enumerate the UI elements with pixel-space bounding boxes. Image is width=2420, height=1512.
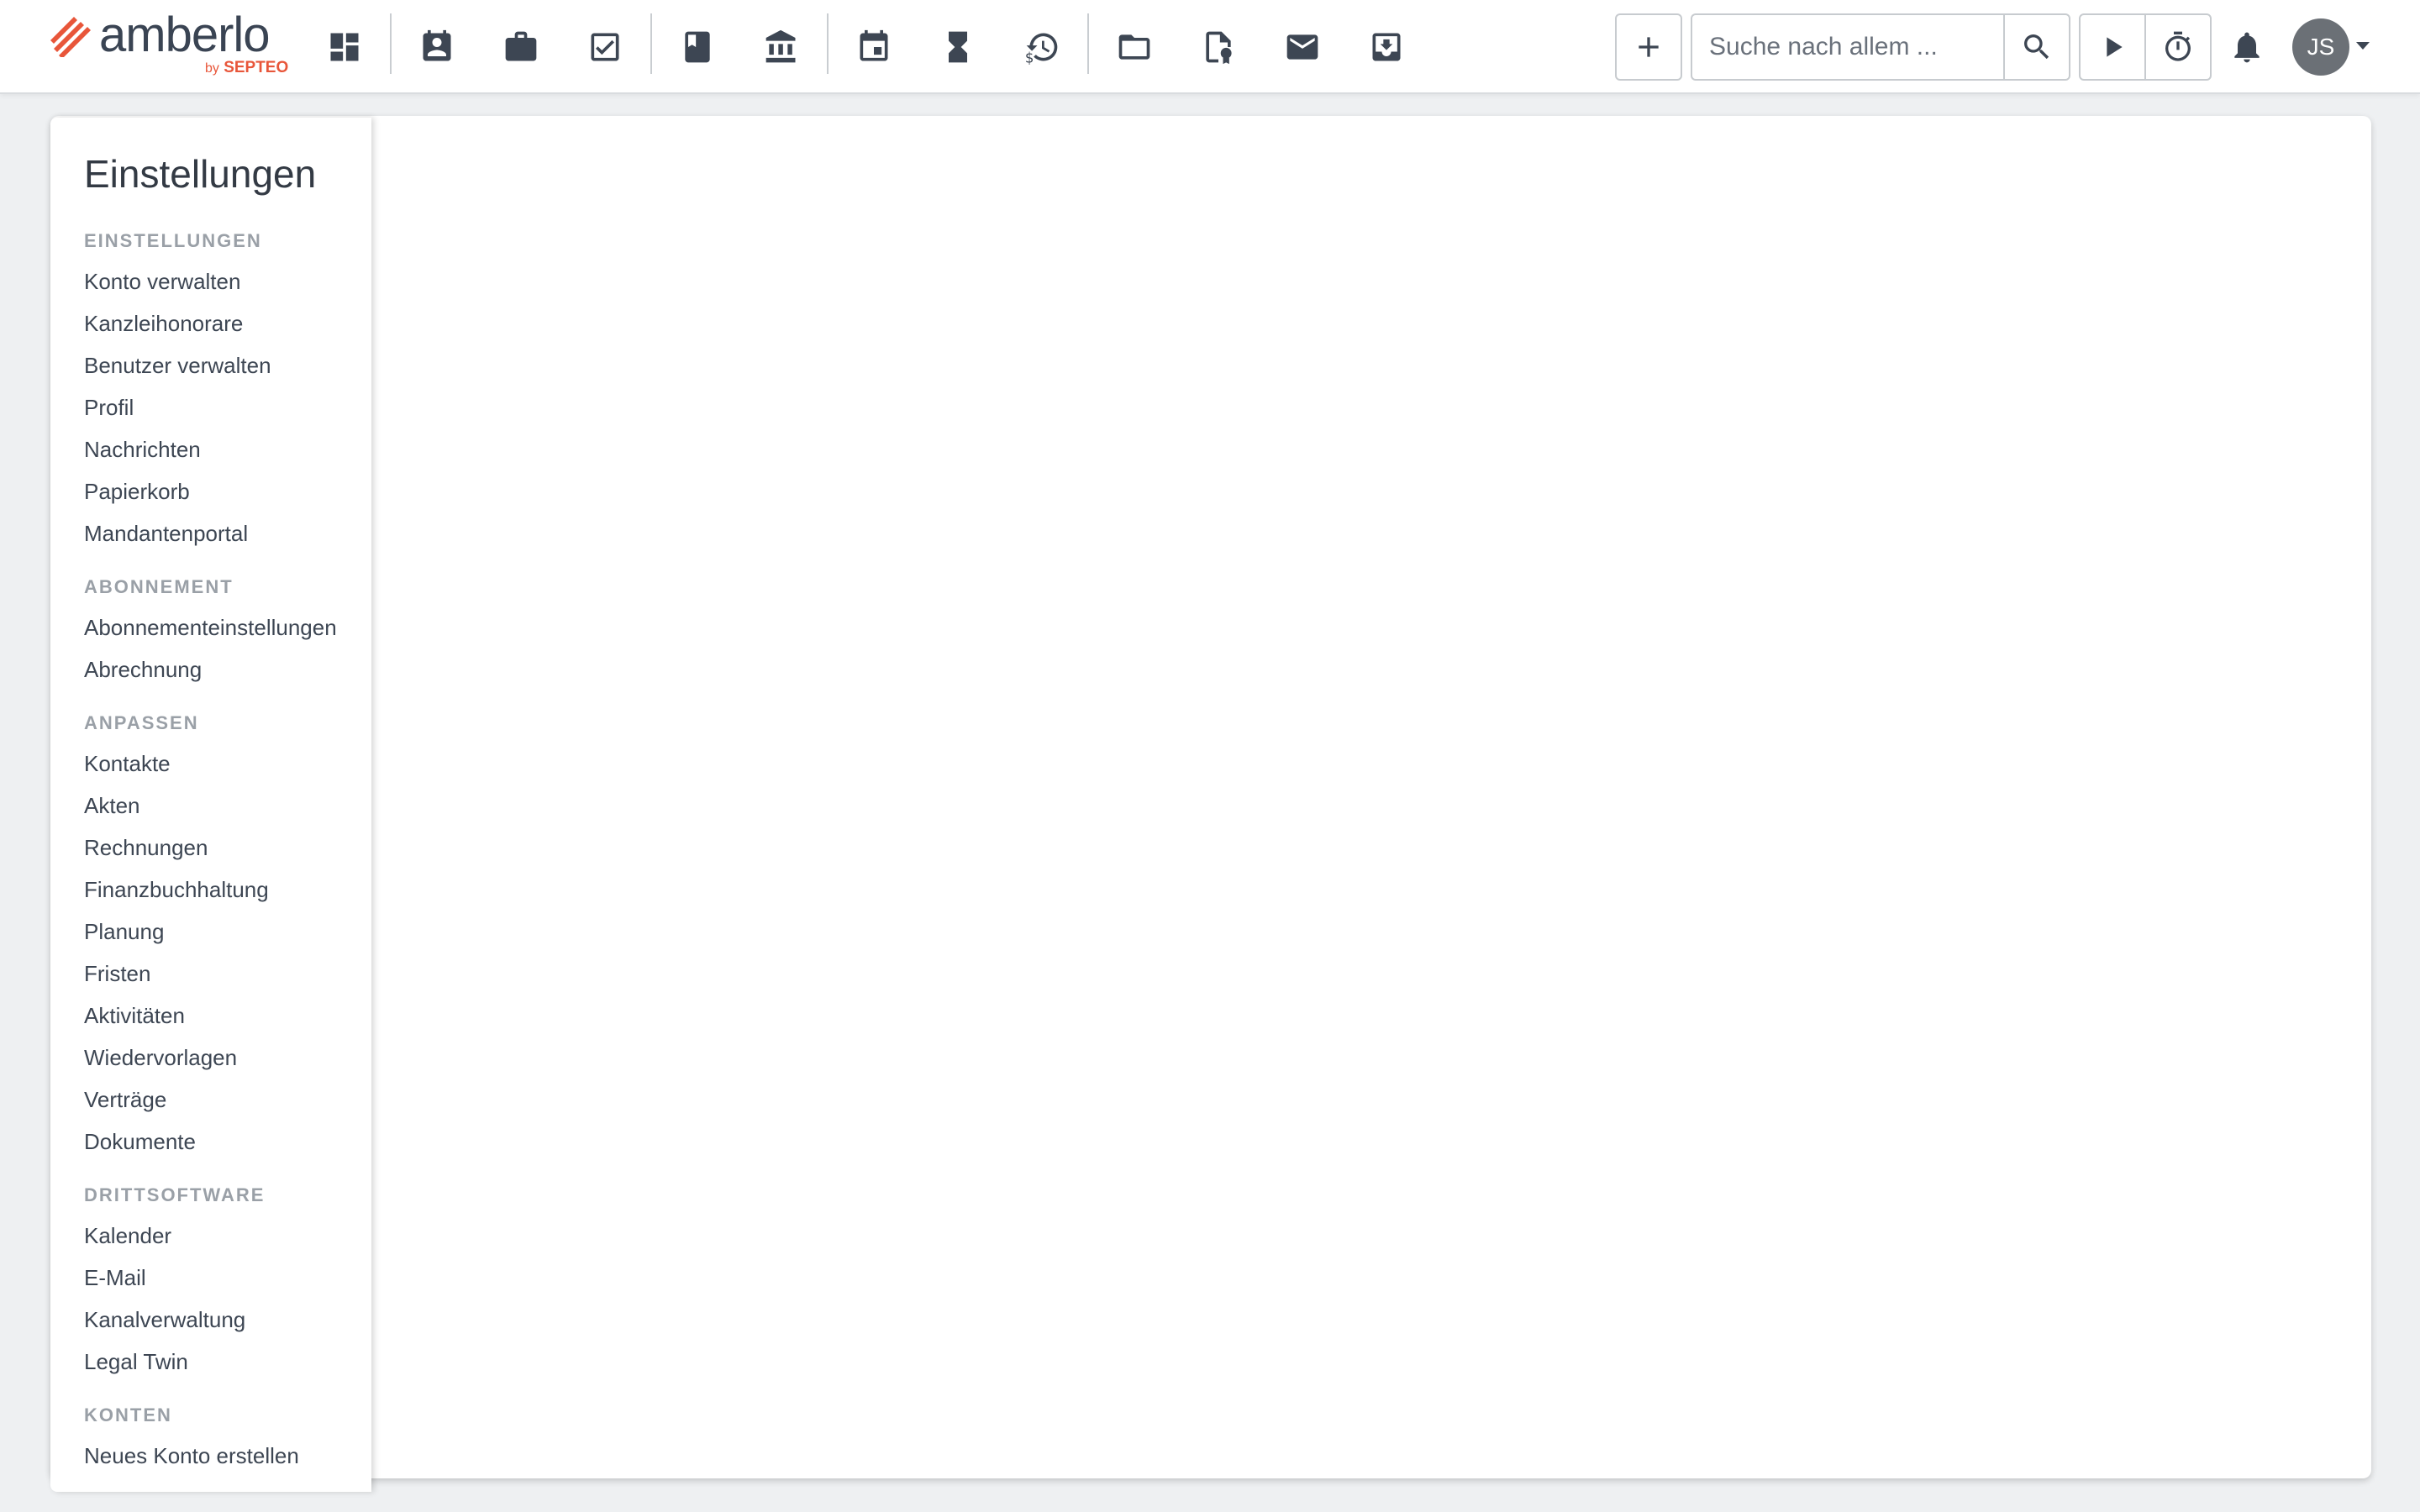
sidebar-item-papierkorb[interactable]: Papierkorb: [84, 479, 190, 505]
settings-content-panel: [50, 116, 2371, 1478]
tasks-icon[interactable]: [580, 22, 630, 72]
stopwatch-icon: [2165, 31, 2191, 61]
sidebar-item-konto-verwalten[interactable]: Konto verwalten: [84, 269, 240, 295]
chevron-down-icon[interactable]: [2356, 42, 2370, 50]
nav-separator: [1087, 13, 1089, 74]
dashboard-icon[interactable]: [319, 22, 370, 72]
sidebar-item-profil[interactable]: Profil: [84, 395, 134, 421]
top-navigation-bar: amberlo by SEPTEO $ Suche nach allem ...…: [0, 0, 2420, 94]
sidebar-item-neues-konto-erstellen[interactable]: Neues Konto erstellen: [84, 1443, 299, 1469]
sidebar-item-akten[interactable]: Akten: [84, 793, 140, 819]
logo-brand: SEPTEO: [224, 59, 289, 76]
notebook-icon[interactable]: [672, 22, 723, 72]
timer-button[interactable]: [2144, 13, 2212, 81]
logo-by: by: [205, 61, 219, 76]
matters-icon[interactable]: [496, 22, 546, 72]
sidebar-item-abonnementeinstellungen[interactable]: Abonnementeinstellungen: [84, 615, 337, 641]
sidebar-item-e-mail[interactable]: E-Mail: [84, 1265, 146, 1291]
sidebar-item-dokumente[interactable]: Dokumente: [84, 1129, 196, 1155]
sidebar-item-aktivitaeten[interactable]: Aktivitäten: [84, 1003, 185, 1029]
section-heading-konten: KONTEN: [84, 1404, 172, 1425]
folder-icon[interactable]: [1109, 22, 1160, 72]
sidebar-item-kanzleihonorare[interactable]: Kanzleihonorare: [84, 311, 243, 337]
billing-history-icon[interactable]: $: [1017, 22, 1067, 72]
add-new-button[interactable]: [1615, 13, 1682, 81]
section-heading-einstellungen: EINSTELLUNGEN: [84, 230, 262, 251]
start-timer-button[interactable]: [2079, 13, 2146, 81]
calendar-icon[interactable]: [849, 22, 899, 72]
settings-sidebar: Einstellungen EINSTELLUNGEN Konto verwal…: [50, 118, 371, 1492]
document-certificate-icon[interactable]: [1193, 22, 1244, 72]
sidebar-item-mandantenportal[interactable]: Mandantenportal: [84, 521, 248, 547]
sidebar-item-kalender[interactable]: Kalender: [84, 1223, 171, 1249]
sidebar-item-planung[interactable]: Planung: [84, 919, 164, 945]
sidebar-item-benutzer-verwalten[interactable]: Benutzer verwalten: [84, 353, 271, 379]
logo-wordmark: amberlo: [99, 8, 271, 62]
search-button[interactable]: [2003, 13, 2070, 81]
bank-icon[interactable]: [756, 22, 807, 72]
sidebar-item-legal-twin[interactable]: Legal Twin: [84, 1349, 188, 1375]
inbox-download-icon[interactable]: [1361, 22, 1412, 72]
nav-separator: [650, 13, 652, 74]
sidebar-item-rechnungen[interactable]: Rechnungen: [84, 835, 208, 861]
sidebar-item-kontakte[interactable]: Kontakte: [84, 751, 171, 777]
sidebar-item-abrechnung[interactable]: Abrechnung: [84, 657, 202, 683]
sidebar-item-nachrichten[interactable]: Nachrichten: [84, 437, 201, 463]
search-icon: [2024, 34, 2049, 60]
amberlo-logo[interactable]: amberlo by SEPTEO: [49, 8, 301, 79]
user-avatar[interactable]: JS: [2292, 18, 2349, 76]
nav-separator: [827, 13, 829, 74]
contacts-icon[interactable]: [412, 22, 462, 72]
plus-icon: [1639, 37, 1659, 57]
play-icon: [2107, 37, 2123, 57]
section-heading-drittsoftware: DRITTSOFTWARE: [84, 1184, 266, 1205]
global-search-input[interactable]: [1691, 13, 2005, 81]
hourglass-icon[interactable]: [933, 22, 983, 72]
sidebar-title: Einstellungen: [84, 152, 317, 196]
mail-icon[interactable]: [1277, 22, 1328, 72]
svg-text:$: $: [1025, 50, 1034, 66]
sidebar-item-fristen[interactable]: Fristen: [84, 961, 150, 987]
section-heading-anpassen: ANPASSEN: [84, 712, 199, 733]
sidebar-item-finanzbuchhaltung[interactable]: Finanzbuchhaltung: [84, 877, 269, 903]
bell-icon[interactable]: [2222, 22, 2272, 72]
sidebar-item-wiedervorlagen[interactable]: Wiedervorlagen: [84, 1045, 237, 1071]
section-heading-abonnement: ABONNEMENT: [84, 576, 234, 597]
sidebar-item-kanalverwaltung[interactable]: Kanalverwaltung: [84, 1307, 245, 1333]
nav-separator: [390, 13, 392, 74]
logo-byline: by SEPTEO: [205, 59, 288, 77]
logo-mark-icon: [50, 17, 91, 57]
sidebar-item-vertraege[interactable]: Verträge: [84, 1087, 166, 1113]
